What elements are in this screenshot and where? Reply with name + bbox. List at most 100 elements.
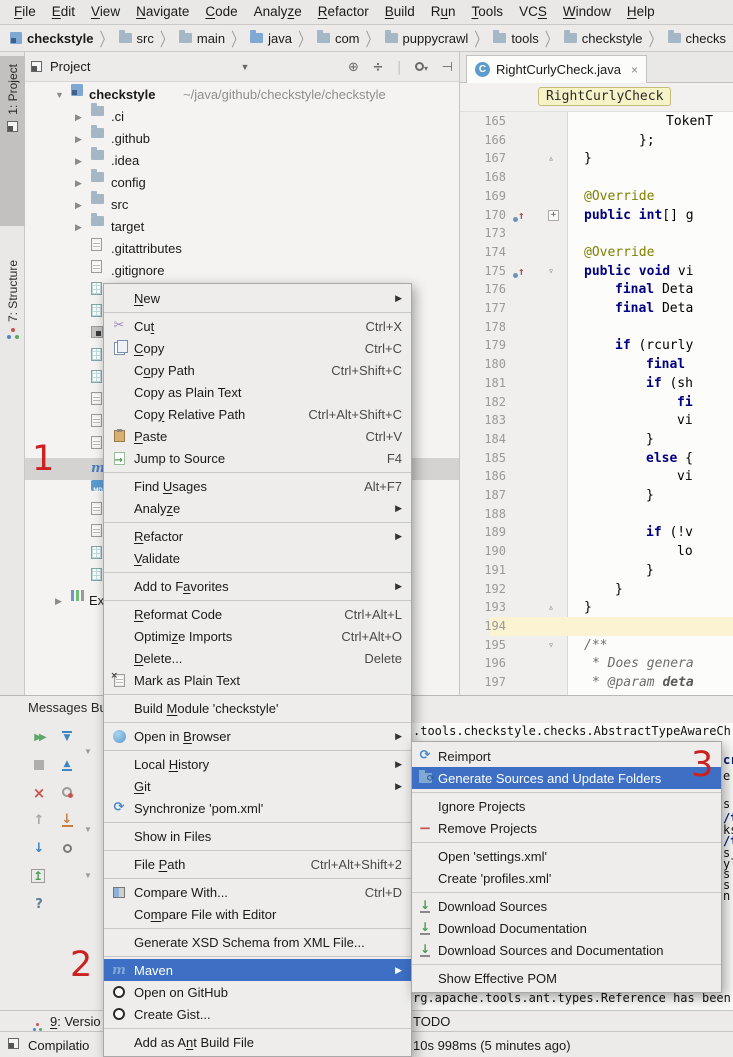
breadcrumb-item[interactable]: puppycrawl [383,31,471,46]
context-menu-item-analyze[interactable]: Analyze▶ [104,497,411,519]
context-menu-item-git[interactable]: Git▶ [104,775,411,797]
toolbar-stop-icon[interactable] [31,757,47,773]
breadcrumb-item[interactable]: tools [491,31,540,46]
toolbar-down-icon[interactable]: ↓ [31,841,47,857]
context-menu-item-local-history[interactable]: Local History▶ [104,753,411,775]
breadcrumb-item[interactable]: main [177,31,227,46]
context-menu-item-compare-with[interactable]: Compare With...Ctrl+D [104,881,411,903]
context-menu-item-validate[interactable]: Validate [104,547,411,569]
toolbar-pause-icon[interactable] [59,785,75,801]
context-menu-item-file-path[interactable]: File PathCtrl+Alt+Shift+2 [104,853,411,875]
context-menu-item-create-gist[interactable]: Create Gist... [104,1003,411,1025]
tool-tab-structure[interactable]: 7: Structure [0,252,25,432]
maven-submenu-item-ignore-projects[interactable]: Ignore Projects [412,795,721,817]
maven-submenu-item-open-settings-xml[interactable]: Open 'settings.xml' [412,845,721,867]
menubar-item-window[interactable]: Window [555,0,619,24]
menubar-item-analyze[interactable]: Analyze [246,0,310,24]
context-menu-item-delete[interactable]: Delete...Delete [104,647,411,669]
breadcrumb-item[interactable]: java [248,31,294,46]
fold-marker[interactable]: ▵ [548,598,554,617]
tree-expand-arrow[interactable]: ▼ [55,84,64,106]
context-menu-item-maven[interactable]: mMaven▶ [104,959,411,981]
editor-tab[interactable]: C RightCurlyCheck.java × [466,55,647,83]
tree-row[interactable]: ▶target [25,216,459,238]
context-menu-item-paste[interactable]: PasteCtrl+V [104,425,411,447]
toolbar-wrench-icon[interactable] [59,841,75,857]
breadcrumb-item[interactable]: checkstyle [8,31,96,46]
maven-submenu-item-remove-projects[interactable]: −Remove Projects [412,817,721,839]
menubar-item-edit[interactable]: Edit [44,0,83,24]
menubar-item-refactor[interactable]: Refactor [310,0,377,24]
context-menu-item-optimize-imports[interactable]: Optimize ImportsCtrl+Alt+O [104,625,411,647]
maven-submenu-item-show-effective-pom[interactable]: Show Effective POM [412,967,721,989]
tree-expand-arrow[interactable]: ▶ [55,590,62,612]
toolbar-collapse-icon[interactable]: ▲ [59,757,75,773]
breadcrumb-item[interactable]: com [315,31,362,46]
project-view-dropdown[interactable]: ▼ [240,62,249,72]
fold-marker[interactable]: ▿ [548,636,554,655]
menubar-item-code[interactable]: Code [197,0,245,24]
maven-submenu-item-download-sources-and-documentation[interactable]: ↓Download Sources and Documentation [412,939,721,961]
menubar-item-vcs[interactable]: VCS [511,0,555,24]
tool-tab-project[interactable]: 1: Project [0,56,25,226]
context-menu-item-add-to-favorites[interactable]: Add to Favorites▶ [104,575,411,597]
context-menu-item-cut[interactable]: ✂CutCtrl+X [104,315,411,337]
breadcrumb-item[interactable]: checkstyle [562,31,645,46]
context-menu-item-copy-relative-path[interactable]: Copy Relative PathCtrl+Alt+Shift+C [104,403,411,425]
context-menu-item-synchronize-pom-xml[interactable]: ⟳Synchronize 'pom.xml' [104,797,411,819]
tool-tab-todo[interactable]: TODO [413,1014,450,1029]
toolbar-apply-icon[interactable]: ↓ [59,813,75,829]
maven-submenu-item-download-sources[interactable]: ↓Download Sources [412,895,721,917]
menubar-item-run[interactable]: Run [423,0,464,24]
context-menu-item-new[interactable]: New▶ [104,287,411,309]
hide-panel-icon[interactable]: ⊣ [442,60,453,75]
collapse-all-icon[interactable]: ÷ [372,60,383,75]
toolbar-up-icon[interactable]: ↑ [31,813,47,829]
context-menu-item-refactor[interactable]: Refactor▶ [104,525,411,547]
menubar-item-view[interactable]: View [83,0,128,24]
breadcrumb-item[interactable]: src [117,31,156,46]
menubar-item-navigate[interactable]: Navigate [128,0,197,24]
toggle-panel-icon[interactable] [8,1038,19,1049]
tree-row[interactable]: .gitignore [25,260,459,282]
tree-expand-arrow[interactable]: ▶ [75,106,82,128]
menubar-item-help[interactable]: Help [619,0,663,24]
close-icon[interactable]: × [631,63,638,77]
context-menu-item-build-module-checkstyle[interactable]: Build Module 'checkstyle' [104,697,411,719]
menubar-item-build[interactable]: Build [377,0,423,24]
context-menu-item-find-usages[interactable]: Find UsagesAlt+F7 [104,475,411,497]
context-menu-item-mark-as-plain-text[interactable]: Mark as Plain Text [104,669,411,691]
tool-tab-version-control[interactable]: 9: Versio [50,1014,101,1029]
fold-marker[interactable]: ▿ [548,262,554,281]
maven-submenu-item-download-documentation[interactable]: ↓Download Documentation [412,917,721,939]
tree-expand-arrow[interactable]: ▶ [75,216,82,238]
context-menu-item-compare-file-with-editor[interactable]: Compare File with Editor [104,903,411,925]
context-menu-item-jump-to-source[interactable]: Jump to SourceF4 [104,447,411,469]
context-menu-item-show-in-files[interactable]: Show in Files [104,825,411,847]
tree-expand-arrow[interactable]: ▶ [75,194,82,216]
context-menu-item-generate-xsd-schema-from-xml-file[interactable]: Generate XSD Schema from XML File... [104,931,411,953]
tree-row[interactable]: .gitattributes [25,238,459,260]
menubar-item-file[interactable]: File [6,0,44,24]
locate-icon[interactable]: ⊕ [348,60,359,75]
maven-submenu-item-reimport[interactable]: ⟳Reimport [412,745,721,767]
editor-code-area[interactable]: 165TokenT166};167▵}168169@Override170↑+p… [460,112,733,695]
override-marker-icon[interactable]: ↑ [518,262,525,281]
toolbar-export-icon[interactable]: ↥ [31,869,47,885]
fold-marker[interactable]: + [548,210,559,221]
context-menu-item-reformat-code[interactable]: Reformat CodeCtrl+Alt+L [104,603,411,625]
tree-expand-arrow[interactable]: ▶ [75,172,82,194]
gear-icon[interactable]: ▾ [415,60,428,75]
fold-marker[interactable]: ▵ [548,149,554,168]
tree-expand-arrow[interactable]: ▶ [75,150,82,172]
tree-expand-arrow[interactable]: ▶ [75,128,82,150]
maven-submenu-item-generate-sources-and-update-folders[interactable]: Generate Sources and Update Folders [412,767,721,789]
context-menu-item-open-in-browser[interactable]: Open in Browser▶ [104,725,411,747]
toolbar-close-icon[interactable]: × [31,785,47,801]
toolbar-expand-icon[interactable]: ▼ [59,729,75,745]
maven-submenu-item-create-profiles-xml[interactable]: Create 'profiles.xml' [412,867,721,889]
context-menu-item-open-on-github[interactable]: Open on GitHub [104,981,411,1003]
toolbar-help-icon[interactable]: ? [31,897,47,913]
breadcrumb-item[interactable]: checks [666,31,728,46]
context-menu-item-copy-as-plain-text[interactable]: Copy as Plain Text [104,381,411,403]
